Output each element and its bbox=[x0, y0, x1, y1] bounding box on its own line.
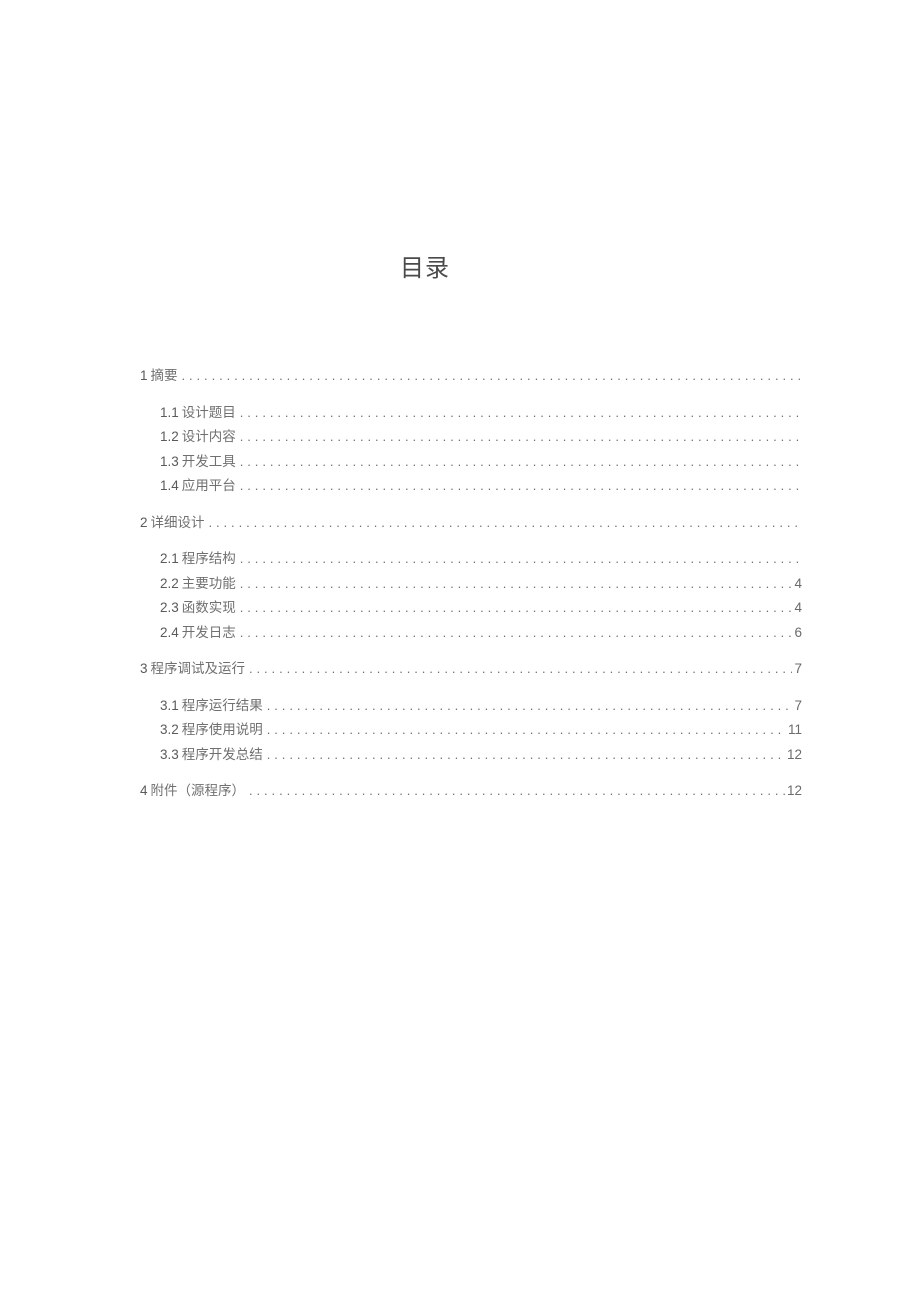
toc-leader-dots: ........................................… bbox=[263, 699, 793, 712]
toc-subsection: 3.1 程序运行结果 .............................… bbox=[140, 699, 802, 762]
toc-label: 应用平台 bbox=[182, 479, 236, 493]
toc-leader-dots: ........................................… bbox=[236, 577, 793, 590]
toc-number: 1.3 bbox=[160, 455, 179, 469]
toc-label: 设计内容 bbox=[182, 430, 236, 444]
toc-entry: 2.4 开发日志 ...............................… bbox=[160, 626, 802, 640]
toc-leader-dots: ........................................… bbox=[236, 479, 800, 492]
toc-number: 3.1 bbox=[160, 699, 179, 713]
toc-page-number: 4 bbox=[792, 601, 802, 615]
toc-leader-dots: ........................................… bbox=[236, 406, 800, 419]
toc-number: 2.1 bbox=[160, 552, 179, 566]
toc-page-number: 11 bbox=[786, 723, 802, 737]
toc-leader-dots: ........................................… bbox=[245, 662, 792, 675]
toc-label: 程序结构 bbox=[182, 552, 236, 566]
toc-entry: 1 摘要 ...................................… bbox=[140, 369, 802, 383]
toc-leader-dots: ........................................… bbox=[236, 430, 800, 443]
toc-number: 1.4 bbox=[160, 479, 179, 493]
toc-number: 2.2 bbox=[160, 577, 179, 591]
page-container: 目录 1 摘要 ................................… bbox=[0, 0, 920, 798]
toc-leader-dots: ........................................… bbox=[236, 455, 800, 468]
toc-label: 主要功能 bbox=[182, 577, 236, 591]
toc-label: 详细设计 bbox=[151, 516, 205, 530]
toc-label: 设计题目 bbox=[182, 406, 236, 420]
toc-number: 1.2 bbox=[160, 430, 179, 444]
toc-number: 2 bbox=[140, 516, 148, 530]
table-of-contents: 1 摘要 ...................................… bbox=[140, 369, 802, 798]
toc-entry: 1.3 开发工具 ...............................… bbox=[160, 455, 802, 469]
toc-leader-dots: ........................................… bbox=[245, 784, 785, 797]
toc-title: 目录 bbox=[400, 248, 802, 283]
toc-label: 程序开发总结 bbox=[182, 748, 263, 762]
toc-section: 1 摘要 ...................................… bbox=[140, 369, 802, 493]
toc-leader-dots: ........................................… bbox=[263, 748, 785, 761]
toc-subsection: 1.1 设计题目 ...............................… bbox=[140, 406, 802, 493]
toc-entry: 3.3 程序开发总结 .............................… bbox=[160, 748, 802, 762]
toc-section: 2 详细设计 .................................… bbox=[140, 516, 802, 640]
toc-label: 开发日志 bbox=[182, 626, 236, 640]
toc-number: 3.3 bbox=[160, 748, 179, 762]
toc-page-number: 6 bbox=[792, 626, 802, 640]
toc-label: 程序运行结果 bbox=[182, 699, 263, 713]
toc-number: 1 bbox=[140, 369, 148, 383]
toc-label: 摘要 bbox=[151, 369, 178, 383]
toc-entry: 3.1 程序运行结果 .............................… bbox=[160, 699, 802, 713]
toc-entry: 3.2 程序使用说明 .............................… bbox=[160, 723, 802, 737]
toc-entry: 3 程序调试及运行 ..............................… bbox=[140, 662, 802, 676]
toc-label: 程序调试及运行 bbox=[151, 662, 246, 676]
toc-page-number: 4 bbox=[792, 577, 802, 591]
toc-entry: 1.1 设计题目 ...............................… bbox=[160, 406, 802, 420]
toc-section: 4 附件（源程序） ..............................… bbox=[140, 784, 802, 798]
toc-entry: 1.4 应用平台 ...............................… bbox=[160, 479, 802, 493]
toc-leader-dots: ........................................… bbox=[205, 516, 800, 529]
toc-label: 开发工具 bbox=[182, 455, 236, 469]
toc-label: 函数实现 bbox=[182, 601, 236, 615]
toc-label: 程序使用说明 bbox=[182, 723, 263, 737]
toc-page-number: 12 bbox=[785, 748, 802, 762]
toc-page-number: 7 bbox=[792, 662, 802, 676]
toc-number: 3 bbox=[140, 662, 148, 676]
toc-number: 2.4 bbox=[160, 626, 179, 640]
toc-leader-dots: ........................................… bbox=[236, 601, 793, 614]
toc-section: 3 程序调试及运行 ..............................… bbox=[140, 662, 802, 761]
toc-number: 3.2 bbox=[160, 723, 179, 737]
toc-page-number: 12 bbox=[785, 784, 802, 798]
toc-entry: 2.1 程序结构 ...............................… bbox=[160, 552, 802, 566]
toc-page-number: 7 bbox=[792, 699, 802, 713]
toc-number: 1.1 bbox=[160, 406, 179, 420]
toc-leader-dots: ........................................… bbox=[263, 723, 786, 736]
toc-subsection: 2.1 程序结构 ...............................… bbox=[140, 552, 802, 639]
toc-leader-dots: ........................................… bbox=[236, 552, 800, 565]
toc-entry: 4 附件（源程序） ..............................… bbox=[140, 784, 802, 798]
toc-entry: 1.2 设计内容 ...............................… bbox=[160, 430, 802, 444]
toc-number: 2.3 bbox=[160, 601, 179, 615]
toc-label: 附件（源程序） bbox=[151, 784, 246, 798]
toc-leader-dots: ........................................… bbox=[236, 626, 793, 639]
toc-entry: 2.2 主要功能 ...............................… bbox=[160, 577, 802, 591]
toc-number: 4 bbox=[140, 784, 148, 798]
toc-entry: 2 详细设计 .................................… bbox=[140, 516, 802, 530]
toc-entry: 2.3 函数实现 ...............................… bbox=[160, 601, 802, 615]
toc-leader-dots: ........................................… bbox=[178, 369, 800, 382]
